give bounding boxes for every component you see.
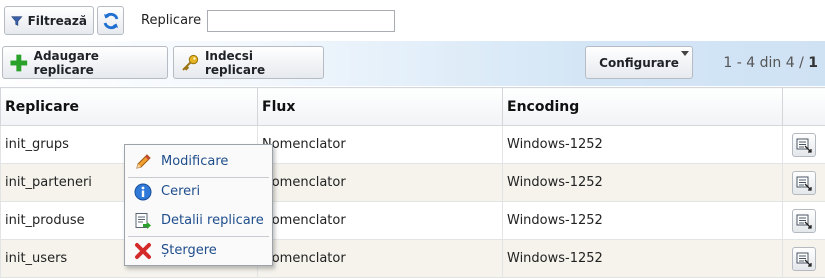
row-menu-button[interactable] <box>792 246 816 271</box>
cell-encoding: Windows-1252 <box>502 239 783 278</box>
configure-button[interactable]: Configurare <box>585 46 693 79</box>
menu-item-label: Detalii replicare <box>161 213 264 228</box>
header-replicare[interactable]: Replicare <box>0 87 258 126</box>
key-icon <box>182 54 199 71</box>
filter-bar: Filtrează Replicare <box>0 0 825 41</box>
pager-page: 1 <box>808 55 818 71</box>
cell-flux: Nomenclator <box>257 163 503 202</box>
row-menu-button[interactable] <box>792 208 816 233</box>
table-header-row: Replicare Flux Encoding <box>0 87 825 126</box>
pencil-icon <box>133 152 153 172</box>
details-icon <box>133 211 153 231</box>
menu-item-label: Ștergere <box>161 243 217 258</box>
refresh-icon <box>103 12 118 29</box>
plus-icon <box>10 54 28 71</box>
replication-indexes-button[interactable]: Indecsi replicare <box>173 46 324 79</box>
configure-label: Configurare <box>599 55 679 70</box>
search-label: Replicare <box>141 13 202 28</box>
pager: 1 - 4 din 4 / 1 <box>723 55 818 71</box>
toolbar: Adaugare replicare Indecsi replicare Con… <box>0 41 825 86</box>
row-menu-button[interactable] <box>792 132 816 157</box>
menu-item-label: Modificare <box>161 154 229 169</box>
cell-flux: Nomenclator <box>257 125 503 164</box>
menu-item-modificare[interactable]: Modificare <box>125 147 272 176</box>
menu-item-stergere[interactable]: Ștergere <box>125 236 272 265</box>
header-flux[interactable]: Flux <box>257 87 503 126</box>
row-menu-icon <box>796 214 812 229</box>
search-input[interactable] <box>207 10 395 32</box>
add-replication-button[interactable]: Adaugare replicare <box>2 46 168 79</box>
pager-range: 1 - 4 din 4 / <box>723 55 804 71</box>
funnel-icon <box>11 15 23 26</box>
info-icon <box>133 182 153 202</box>
menu-item-cereri[interactable]: Cereri <box>125 177 272 206</box>
delete-icon <box>133 241 153 261</box>
add-replication-label: Adaugare replicare <box>33 48 99 77</box>
replication-indexes-label: Indecsi replicare <box>204 48 266 77</box>
filter-button[interactable]: Filtrează <box>4 6 94 35</box>
caret-down-icon <box>681 51 689 56</box>
menu-item-label: Cereri <box>161 184 201 199</box>
menu-item-detalii-replicare[interactable]: Detalii replicare <box>125 206 272 235</box>
row-menu-icon <box>796 138 812 153</box>
row-menu-icon <box>796 176 812 191</box>
row-menu-button[interactable] <box>792 170 816 195</box>
header-actions <box>782 87 825 126</box>
filter-button-label: Filtrează <box>27 13 87 28</box>
cell-encoding: Windows-1252 <box>502 125 783 164</box>
cell-flux: Nomenclator <box>257 239 503 278</box>
cell-encoding: Windows-1252 <box>502 201 783 240</box>
row-menu-icon <box>796 252 812 267</box>
context-menu: Modificare Cereri Detalii replicare Șter… <box>124 144 273 266</box>
header-encoding[interactable]: Encoding <box>502 87 783 126</box>
cell-encoding: Windows-1252 <box>502 163 783 202</box>
cell-flux: Nomenclator <box>257 201 503 240</box>
refresh-button[interactable] <box>97 6 124 35</box>
